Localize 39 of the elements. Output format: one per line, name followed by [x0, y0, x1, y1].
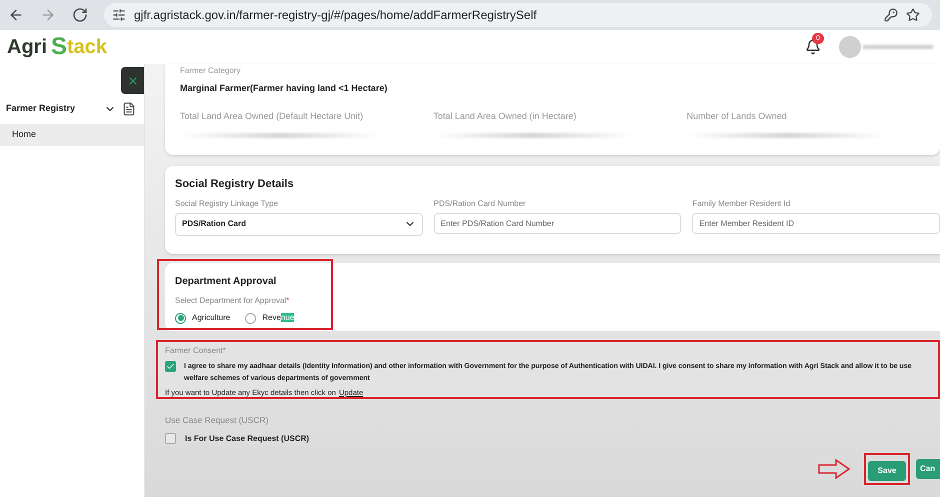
section-title: Social Registry Details [175, 177, 295, 192]
field-label: Select Department for Approval* [175, 295, 290, 307]
close-icon[interactable] [126, 74, 138, 86]
radio-icon[interactable] [175, 312, 186, 324]
input-field[interactable]: Enter PDS/Ration Card Number [434, 212, 682, 234]
notification-bell-icon[interactable] [805, 39, 821, 55]
reload-icon[interactable] [72, 7, 88, 23]
back-icon[interactable] [8, 7, 24, 23]
consent-checkbox[interactable] [165, 361, 176, 372]
close-sidebar-button[interactable] [121, 67, 144, 94]
document-icon[interactable] [122, 102, 136, 116]
sidebar-item[interactable]: Home [0, 124, 144, 146]
url-text: gjfr.agristack.gov.in/farmer-registry-gj/#/pages/home/addFarmerRegistrySelf [134, 7, 537, 24]
field-label: Social Registry Linkage Type [175, 198, 280, 210]
uscr-checkbox[interactable] [165, 433, 176, 444]
logo: Agri Stack [7, 35, 108, 59]
field-label: Use Case Request (USCR) [165, 414, 270, 427]
sidebar-group[interactable]: Farmer Registry [6, 102, 104, 116]
field-value: Marginal Farmer(Farmer having land <1 Hectare) [180, 82, 388, 95]
arrow-icon [818, 458, 850, 479]
address-bar[interactable]: gjfr.agristack.gov.in/farmer-registry-gj/#/pages/home/addFarmerRegistrySelf [104, 3, 932, 27]
radio-option[interactable]: Revenue [245, 312, 294, 324]
redacted-username [863, 45, 933, 49]
section-title: Department Approval [175, 275, 278, 289]
radio-option[interactable]: Agriculture [175, 312, 230, 324]
radio-icon[interactable] [245, 312, 256, 324]
linkage-type-select[interactable]: PDS/Ration Card [175, 212, 423, 236]
field-label: Family Member Resident Id [692, 198, 792, 210]
field-label: Farmer Consent* [165, 345, 227, 357]
checkbox-label: Is For Use Case Request (USCR) [185, 432, 310, 445]
field-label: Farmer Category [180, 65, 242, 77]
star-icon[interactable] [906, 8, 920, 22]
field-label: PDS/Ration Card Number [434, 198, 527, 210]
site-settings-icon[interactable] [112, 8, 126, 22]
field-label: Total Land Area Owned (Default Hectare Unit) [180, 110, 364, 123]
input-field[interactable]: Enter Member Resident ID [692, 212, 940, 234]
key-icon[interactable] [884, 8, 898, 22]
field-label: Total Land Area Owned (in Hectare) [433, 110, 578, 123]
field-label: Number of Lands Owned [686, 110, 788, 122]
